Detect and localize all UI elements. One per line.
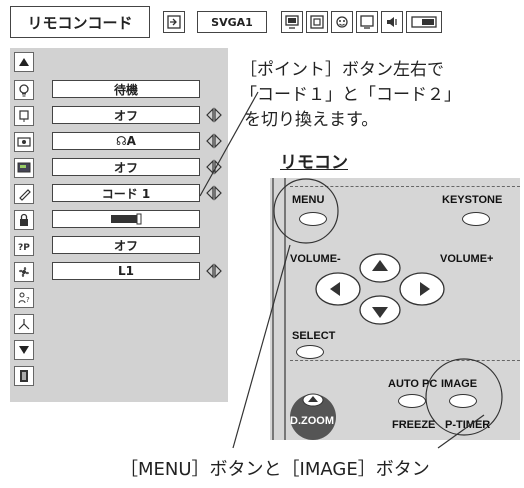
leader-lines bbox=[199, 91, 485, 449]
bottom-caption: ［MENU］ボタンと［IMAGE］ボタン bbox=[120, 459, 430, 480]
